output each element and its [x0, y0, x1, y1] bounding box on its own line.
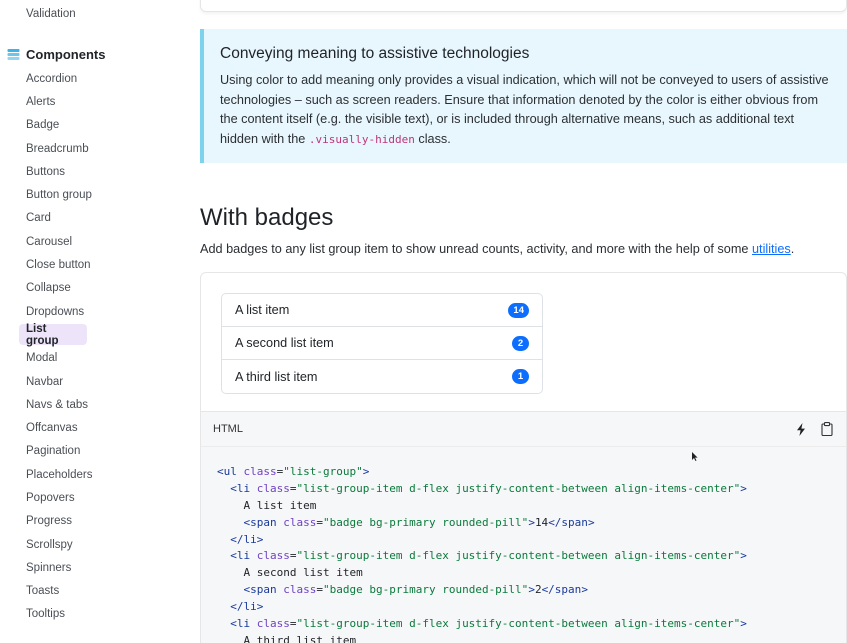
code-line: </li>	[230, 532, 264, 546]
code-line: A list item	[217, 498, 317, 512]
sidebar-item-dropdowns[interactable]: Dropdowns	[19, 300, 99, 323]
sidebar-item-collapse[interactable]: Collapse	[19, 277, 99, 300]
section-title: With badges	[200, 204, 334, 231]
callout-body: Using color to add meaning only provides…	[220, 71, 831, 149]
code-line: <li class="list-group-item d-flex justif…	[230, 481, 747, 495]
code-line: <li class="list-group-item d-flex justif…	[230, 617, 747, 631]
sidebar-item-toasts[interactable]: Toasts	[19, 580, 99, 603]
sidebar-item-pagination[interactable]: Pagination	[19, 440, 99, 463]
sidebar-item-buttons[interactable]: Buttons	[19, 160, 99, 183]
main-content: Conveying meaning to assistive technolog…	[200, 0, 847, 643]
code-line: A second list item	[217, 566, 363, 580]
list-group-item: A list item 14	[222, 294, 542, 327]
sidebar-item-list-group[interactable]: List group	[19, 323, 87, 347]
list-group: A list item 14 A second list item 2 A third …	[221, 293, 543, 394]
code-line: <span class="badge bg-primary rounded-pi…	[243, 583, 588, 597]
sidebar-item-card[interactable]: Card	[19, 207, 99, 230]
code-line: <ul class="list-group">	[217, 465, 370, 478]
code-line: <span class="badge bg-primary rounded-pi…	[243, 515, 595, 529]
section-desc-end: .	[790, 242, 795, 256]
sidebar-section-label: Components	[26, 47, 106, 62]
sidebar-item-modal[interactable]: Modal	[19, 347, 99, 370]
code-line: <li class="list-group-item d-flex justif…	[230, 549, 747, 563]
components-icon	[7, 48, 20, 61]
count-badge: 1	[512, 369, 529, 384]
sidebar-item-carousel[interactable]: Carousel	[19, 230, 99, 253]
sidebar: Validation Components Accordion Alerts Bad…	[0, 0, 180, 643]
example-preview: A list item 14 A second list item 2 A third …	[200, 272, 847, 412]
list-item-label: A second list item	[235, 336, 334, 350]
sidebar-list: Accordion Alerts Badge Breadcrumb Buttons But…	[19, 67, 99, 626]
sidebar-item-scrollspy[interactable]: Scrollspy	[19, 533, 99, 556]
sidebar-item-validation[interactable]: Validation	[26, 8, 76, 20]
code-header: HTML	[200, 411, 847, 447]
sidebar-item-popovers[interactable]: Popovers	[19, 486, 99, 509]
section-desc-text: Add badges to any list group item to sho…	[200, 242, 752, 256]
lightning-icon[interactable]	[794, 422, 808, 436]
list-group-item: A second list item 2	[222, 327, 542, 360]
callout-title: Conveying meaning to assistive technolog…	[220, 45, 530, 62]
list-item-label: A third list item	[235, 369, 318, 384]
sidebar-item-offcanvas[interactable]: Offcanvas	[19, 416, 99, 439]
count-badge: 2	[512, 335, 529, 351]
previous-example-card	[200, 0, 847, 12]
sidebar-item-accordion[interactable]: Accordion	[19, 67, 99, 90]
code-line: </li>	[230, 600, 264, 614]
callout-text-end: class.	[414, 131, 451, 146]
code-line: A third list item	[217, 633, 357, 643]
count-badge: 14	[508, 302, 529, 318]
sidebar-section-components: Components	[7, 47, 105, 62]
sidebar-item-alerts[interactable]: Alerts	[19, 90, 99, 113]
list-item-label: A list item	[235, 303, 290, 317]
list-group-item: A third list item 1	[222, 360, 542, 393]
sidebar-item-progress[interactable]: Progress	[19, 510, 99, 533]
clipboard-icon[interactable]	[820, 422, 834, 436]
section-description: Add badges to any list group item to sho…	[200, 242, 794, 256]
sidebar-item-navs-tabs[interactable]: Navs & tabs	[19, 393, 99, 416]
sidebar-item-badge[interactable]: Badge	[19, 114, 99, 137]
sidebar-item-close-button[interactable]: Close button	[19, 253, 99, 276]
sidebar-item-navbar[interactable]: Navbar	[19, 370, 99, 393]
sidebar-item-spinners[interactable]: Spinners	[19, 556, 99, 579]
code-language-label: HTML	[213, 423, 243, 435]
code-tools	[794, 422, 834, 436]
utilities-link[interactable]: utilities	[752, 242, 791, 256]
code-block[interactable]: <ul class="list-group"> <li class="list-…	[200, 447, 847, 643]
callout-code: .visually-hidden	[308, 132, 415, 146]
info-callout: Conveying meaning to assistive technolog…	[200, 29, 847, 163]
sidebar-item-placeholders[interactable]: Placeholders	[19, 463, 99, 486]
mouse-cursor-icon	[692, 452, 698, 461]
sidebar-item-breadcrumb[interactable]: Breadcrumb	[19, 137, 99, 160]
sidebar-item-button-group[interactable]: Button group	[19, 183, 99, 206]
sidebar-item-tooltips[interactable]: Tooltips	[19, 603, 99, 626]
